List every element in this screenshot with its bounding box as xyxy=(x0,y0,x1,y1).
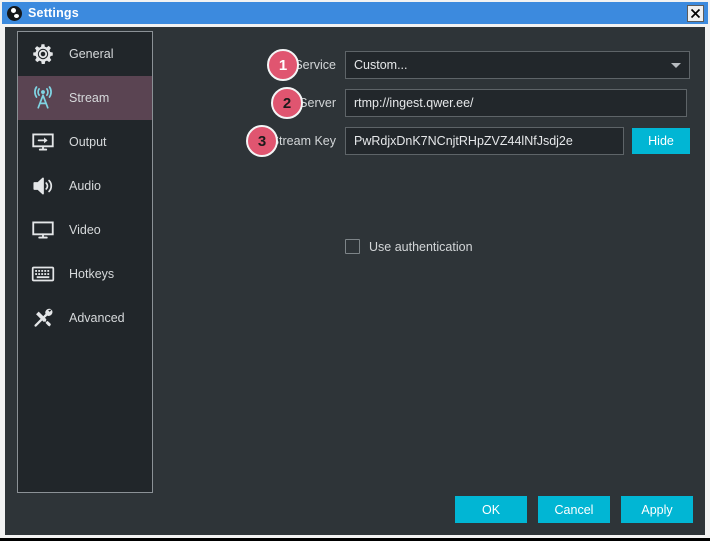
callout-badge-2: 2 xyxy=(271,87,303,119)
settings-category-list[interactable]: General Stream Output Audio Video Hotkey… xyxy=(17,31,153,493)
close-icon[interactable] xyxy=(687,4,704,22)
sidebar-item-label: Stream xyxy=(69,91,110,105)
chevron-down-icon xyxy=(671,62,681,68)
use-authentication-checkbox[interactable] xyxy=(345,239,360,254)
keyboard-icon xyxy=(28,259,58,289)
sidebar-item-label: Audio xyxy=(69,179,101,193)
sidebar-item-label: Hotkeys xyxy=(69,267,115,281)
window-title: Settings xyxy=(28,6,79,20)
dialog-body: General Stream Output Audio Video Hotkey… xyxy=(5,27,705,535)
settings-window: Settings General Stream Output Audio Vid… xyxy=(0,0,710,541)
sidebar-item-label: Output xyxy=(69,135,107,149)
stream-settings-form: Service Custom... Server rtmp://ingest.q… xyxy=(161,31,697,475)
apply-button[interactable]: Apply xyxy=(621,496,693,523)
sidebar-item-advanced[interactable]: Advanced xyxy=(18,296,152,340)
stream-key-row: Stream Key PwRdjxDnK7NCnjtRHpZVZ44lNfJsd… xyxy=(161,127,690,155)
speaker-icon xyxy=(28,171,58,201)
sidebar-item-hotkeys[interactable]: Hotkeys xyxy=(18,252,152,296)
server-row: Server rtmp://ingest.qwer.ee/ xyxy=(161,89,687,117)
stream-key-input[interactable]: PwRdjxDnK7NCnjtRHpZVZ44lNfJsdj2e xyxy=(345,127,624,155)
sidebar-item-label: Advanced xyxy=(69,311,125,325)
server-label: Server xyxy=(299,96,336,110)
callout-badge-1: 1 xyxy=(267,49,299,81)
dialog-footer: OK Cancel Apply xyxy=(455,496,693,523)
service-select[interactable]: Custom... xyxy=(345,51,690,79)
sidebar-item-audio[interactable]: Audio xyxy=(18,164,152,208)
server-value: rtmp://ingest.qwer.ee/ xyxy=(354,96,474,110)
stream-key-value: PwRdjxDnK7NCnjtRHpZVZ44lNfJsdj2e xyxy=(354,134,573,148)
service-row: Service Custom... xyxy=(161,51,690,79)
sidebar-item-label: General xyxy=(69,47,114,61)
monitor-icon xyxy=(28,215,58,245)
obs-logo-icon xyxy=(7,5,22,21)
monitor-arrow-icon xyxy=(28,127,58,157)
title-bar: Settings xyxy=(2,2,708,24)
broadcast-icon xyxy=(28,83,58,113)
sidebar-item-video[interactable]: Video xyxy=(18,208,152,252)
use-authentication-row[interactable]: Use authentication xyxy=(345,239,473,254)
callout-badge-3: 3 xyxy=(246,125,278,157)
sidebar-item-label: Video xyxy=(69,223,101,237)
service-value: Custom... xyxy=(354,58,408,72)
service-label: Service xyxy=(294,58,336,72)
cancel-button[interactable]: Cancel xyxy=(538,496,610,523)
hide-stream-key-button[interactable]: Hide xyxy=(632,128,690,154)
sidebar-item-stream[interactable]: Stream xyxy=(18,76,152,120)
tools-icon xyxy=(28,303,58,333)
sidebar-item-general[interactable]: General xyxy=(18,32,152,76)
gear-icon xyxy=(28,39,58,69)
server-input[interactable]: rtmp://ingest.qwer.ee/ xyxy=(345,89,687,117)
ok-button[interactable]: OK xyxy=(455,496,527,523)
use-authentication-label: Use authentication xyxy=(369,239,473,254)
sidebar-item-output[interactable]: Output xyxy=(18,120,152,164)
